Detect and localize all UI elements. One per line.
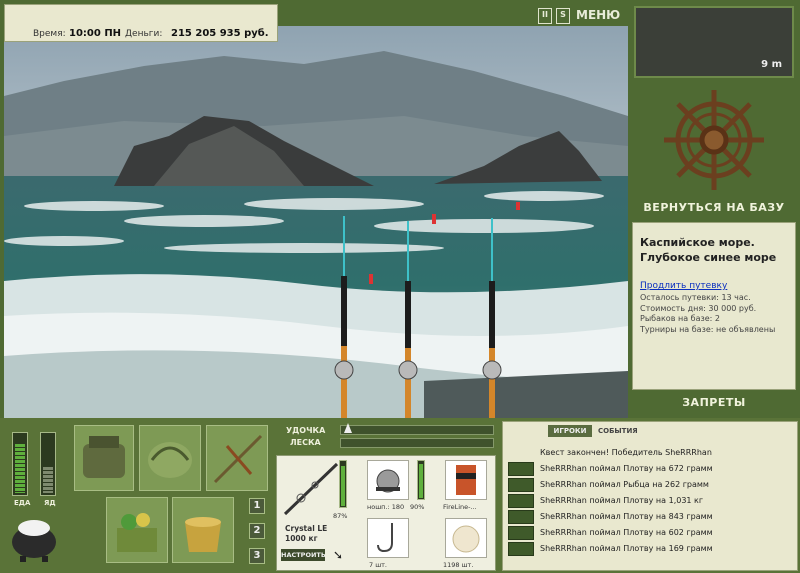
bag-slot[interactable]	[74, 425, 134, 491]
net-slot[interactable]	[139, 425, 201, 491]
reel-caption: ношп.: 180	[367, 503, 405, 511]
line-label: ЛЕСКА	[290, 438, 321, 447]
return-base-button[interactable]: ВЕРНУТЬСЯ НА БАЗУ	[632, 201, 796, 219]
time-label: Время:	[33, 29, 66, 39]
location-row: Осталось путевки: 13 час.	[640, 293, 751, 302]
food-meter	[12, 432, 28, 496]
poison-label: ЯД	[44, 499, 56, 507]
reel-item[interactable]	[367, 460, 409, 500]
rod-slot-3[interactable]: 3	[249, 548, 265, 564]
ship-wheel-icon[interactable]	[632, 84, 796, 220]
hook-item[interactable]	[367, 518, 409, 558]
bans-button[interactable]: ЗАПРЕТЫ	[632, 396, 796, 414]
cauldron-icon[interactable]	[8, 512, 60, 564]
arrow-icon: ➘	[333, 548, 344, 562]
bucket-slot[interactable]	[172, 497, 234, 563]
location-panel: Каспийское море. Глубокое синее море Про…	[632, 222, 796, 390]
sound-button[interactable]: S	[556, 8, 570, 24]
rod-wear-meter	[339, 460, 347, 508]
tab-players[interactable]: ИГРОКИ	[548, 425, 592, 437]
event-item: SheRRRhan поймал Плотву на 1,031 кг	[540, 496, 704, 505]
rod-tension-marker[interactable]	[344, 423, 352, 433]
location-row: Стоимость дня: 30 000 руб.	[640, 303, 757, 313]
event-item: SheRRRhan поймал Плотву на 602 грамм	[540, 528, 713, 537]
event-item: SheRRRhan поймал Рыбца на 262 грамм	[540, 480, 709, 489]
tab-events[interactable]: СОБЫТИЯ	[598, 425, 642, 437]
fish-icon	[508, 510, 534, 524]
location-row: Турниры на базе: не объявлены	[640, 324, 776, 334]
setup-button[interactable]: НАСТРОИТЬ	[281, 549, 326, 561]
reel-percent: 90%	[410, 503, 425, 511]
line-tension-bar	[340, 438, 494, 448]
time-value: 10:00 ПН	[69, 28, 122, 39]
rod-tension-bar	[340, 425, 494, 435]
fish-icon	[508, 526, 534, 540]
line-caption: FireLine-...	[443, 503, 477, 511]
depth-display: 9 m	[634, 6, 794, 78]
money-label: Деньги:	[125, 29, 163, 39]
poison-meter	[40, 432, 56, 496]
tools-slot[interactable]	[206, 425, 268, 491]
event-item: SheRRRhan поймал Плотву на 672 грамм	[540, 464, 713, 473]
food-basket-slot[interactable]	[106, 497, 168, 563]
fishing-line-item[interactable]	[445, 460, 487, 500]
event-item: SheRRRhan поймал Плотву на 169 грамм	[540, 544, 713, 553]
fishing-scene[interactable]	[4, 26, 628, 418]
fish-icon	[508, 462, 534, 476]
bait-item[interactable]	[445, 518, 487, 558]
bait-caption: 1198 шт.	[443, 561, 474, 569]
food-label: ЕДА	[14, 499, 31, 507]
location-row: Рыбаков на базе: 2	[640, 314, 720, 323]
rod-slot-1[interactable]: 1	[249, 498, 265, 514]
extend-license-link[interactable]: Продлить путевку	[640, 281, 789, 291]
fish-icon	[508, 478, 534, 492]
rod-label: УДОЧКА	[286, 426, 326, 435]
tackle-panel: 87% Crystal LE 1000 кг НАСТРОИТЬ ➘ ношп.…	[276, 455, 496, 571]
rod-percent: 87%	[333, 512, 348, 520]
fish-icon	[508, 542, 534, 556]
hook-caption: 7 шт.	[369, 561, 388, 569]
location-title: Каспийское море. Глубокое синее море	[640, 236, 777, 264]
menu-button[interactable]: МЕНЮ	[576, 8, 620, 22]
pause-button[interactable]: II	[538, 8, 552, 24]
rod-slot-2[interactable]: 2	[249, 523, 265, 539]
fish-icon	[508, 494, 534, 508]
rod-load: 1000 кг	[285, 534, 318, 543]
money-value: 215 205 935 руб.	[171, 28, 269, 39]
event-item: SheRRRhan поймал Плотву на 843 грамм	[540, 512, 713, 521]
rod-icon[interactable]	[281, 460, 341, 518]
rod-name: Crystal LE	[285, 524, 328, 533]
quest-message: Квест закончен! Победитель SheRRRhan	[540, 448, 712, 457]
reel-wear-meter	[417, 460, 425, 500]
status-panel: Время: 10:00 ПН Деньги: 215 205 935 руб.	[4, 4, 278, 42]
depth-value: 9 m	[761, 59, 782, 70]
